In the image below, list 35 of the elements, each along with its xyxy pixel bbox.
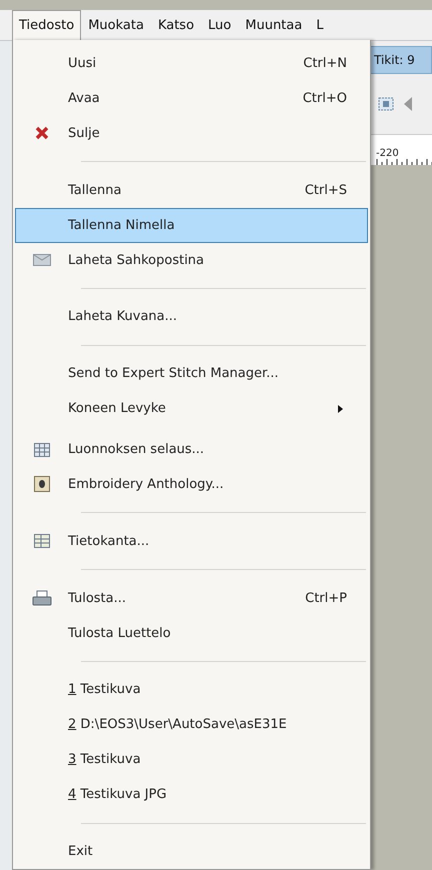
ruler-label: -220 (376, 148, 400, 159)
menu-item[interactable]: Laheta Kuvana... (15, 299, 368, 334)
menu-bar-item[interactable]: Tiedosto (12, 10, 82, 40)
menu-bar-item[interactable]: Muokata (81, 10, 151, 40)
menu-item[interactable]: Exit (15, 834, 368, 870)
menu-bar-item[interactable]: Katso (150, 10, 202, 40)
menu-item[interactable]: Uusi Ctrl+N (15, 46, 368, 81)
grid-icon (34, 442, 50, 457)
menu-item[interactable]: Embroidery Anthology... (15, 467, 368, 502)
menu-item[interactable]: 3 Testikuva (15, 742, 368, 778)
envelope-icon (33, 254, 51, 266)
menu-item[interactable]: Avaa Ctrl+O (15, 80, 368, 116)
menu-item[interactable]: Koneen Levyke (15, 391, 368, 426)
close-icon (35, 126, 49, 140)
menu-bar-item[interactable]: Luo (201, 10, 238, 40)
menu-item[interactable]: Tulosta... Ctrl+P (15, 580, 368, 616)
left-arrow-icon[interactable] (402, 97, 412, 111)
menu-item[interactable]: Laheta Sahkopostina (15, 242, 368, 278)
menu-item[interactable]: 1 Testikuva (15, 672, 368, 708)
menu-item[interactable]: Luonnoksen selaus... (15, 432, 368, 468)
menu-item[interactable]: Tallenna Ctrl+S (15, 172, 368, 208)
table-icon (34, 534, 50, 548)
zoom-frame-icon[interactable] (378, 97, 394, 111)
menu-bar-item[interactable]: Muuntaa (238, 10, 310, 40)
menu-item[interactable]: Tietokanta... (15, 524, 368, 559)
menu-bar-item[interactable]: L (309, 10, 330, 40)
menu-item[interactable]: Tallenna Nimella (15, 208, 368, 243)
menu-item[interactable]: Tulosta Luettelo (15, 616, 368, 651)
status-tab[interactable]: Tikit: 9 (370, 46, 432, 74)
menu-item[interactable]: Send to Expert Stitch Manager... (15, 356, 368, 392)
portrait-icon (34, 476, 50, 492)
menu-item[interactable]: Sulje (15, 116, 368, 151)
menu-item[interactable]: 4 Testikuva JPG (15, 777, 368, 812)
printer-icon (32, 590, 52, 606)
menu-item[interactable]: 2 D:\EOS3\User\AutoSave\asE31E (15, 707, 368, 742)
